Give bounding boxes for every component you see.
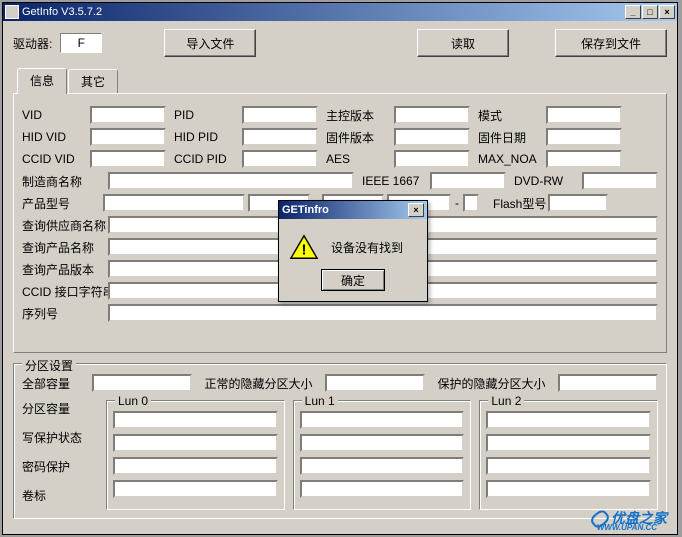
prod-input1[interactable] — [103, 194, 245, 212]
partition-title: 分区设置 — [22, 357, 76, 374]
volume-label: 卷标 — [22, 487, 92, 505]
lun1-vol[interactable] — [300, 480, 465, 498]
dialog-title: GETinfro — [282, 204, 408, 216]
lun0-pwd[interactable] — [113, 457, 278, 475]
dvdrw-input[interactable] — [582, 172, 658, 190]
lun2-cap[interactable] — [486, 411, 651, 429]
ctrlver-label: 主控版本 — [326, 107, 386, 124]
import-button[interactable]: 导入文件 — [164, 29, 256, 57]
dash: - — [454, 196, 460, 210]
lun0-title: Lun 0 — [115, 394, 151, 408]
lun2-title: Lun 2 — [488, 394, 524, 408]
flash-input[interactable] — [548, 194, 608, 212]
read-button[interactable]: 读取 — [417, 29, 509, 57]
wpstate-label: 写保护状态 — [22, 429, 92, 447]
prothid-label: 保护的隐藏分区大小 — [435, 375, 548, 392]
flash-label: Flash型号 — [493, 195, 545, 212]
mfr-label: 制造商名称 — [22, 173, 100, 190]
vid-input[interactable] — [90, 106, 166, 124]
partition-group: 分区设置 全部容量 正常的隐藏分区大小 保护的隐藏分区大小 分区容量 写保护状态… — [13, 363, 667, 519]
dialog-titlebar[interactable]: GETinfro × — [279, 201, 427, 219]
normalhid-input[interactable] — [325, 374, 425, 392]
serial-input[interactable] — [108, 304, 658, 322]
lun2-group: Lun 2 — [479, 400, 658, 510]
fwver-input[interactable] — [394, 128, 470, 146]
ccidvid-input[interactable] — [90, 150, 166, 168]
hidvid-input[interactable] — [90, 128, 166, 146]
mode-input[interactable] — [546, 106, 622, 124]
titlebar[interactable]: GetInfo V3.5.7.2 _ □ × — [3, 3, 677, 21]
lun1-group: Lun 1 — [293, 400, 472, 510]
drive-label: 驱动器: — [13, 35, 52, 52]
minimize-button[interactable]: _ — [625, 5, 641, 19]
ctrlver-input[interactable] — [394, 106, 470, 124]
lun2-vol[interactable] — [486, 480, 651, 498]
save-button[interactable]: 保存到文件 — [555, 29, 667, 57]
dvdrw-label: DVD-RW — [514, 174, 574, 188]
drive-input[interactable] — [60, 33, 102, 53]
qproduct-label: 查询产品名称 — [22, 239, 100, 256]
hidpid-input[interactable] — [242, 128, 318, 146]
watermark: 优盘之家 WWW.UPAN.CC — [591, 508, 667, 528]
maximize-button[interactable]: □ — [642, 5, 658, 19]
fwver-label: 固件版本 — [326, 129, 386, 146]
qvendor-label: 查询供应商名称 — [22, 217, 100, 234]
prod-input5[interactable] — [463, 194, 479, 212]
qversion-label: 查询产品版本 — [22, 261, 100, 278]
lun1-cap[interactable] — [300, 411, 465, 429]
dialog-ok-button[interactable]: 确定 — [321, 269, 385, 291]
partcap-label: 分区容量 — [22, 400, 92, 418]
serial-label: 序列号 — [22, 305, 100, 322]
tab-info[interactable]: 信息 — [17, 68, 67, 94]
ccidstr-label: CCID 接口字符串 — [22, 283, 100, 300]
dialog-message: 设备没有找到 — [331, 239, 403, 256]
aes-label: AES — [326, 152, 386, 166]
svg-text:!: ! — [302, 242, 307, 259]
totalcap-label: 全部容量 — [22, 375, 82, 392]
lun0-vol[interactable] — [113, 480, 278, 498]
prod-label: 产品型号 — [22, 195, 100, 212]
lun0-cap[interactable] — [113, 411, 278, 429]
ieee-label: IEEE 1667 — [362, 174, 422, 188]
pid-input[interactable] — [242, 106, 318, 124]
prothid-input[interactable] — [558, 374, 658, 392]
maxnoa-input[interactable] — [546, 150, 622, 168]
ieee-input[interactable] — [430, 172, 506, 190]
pid-label: PID — [174, 108, 234, 122]
lun1-pwd[interactable] — [300, 457, 465, 475]
window-title: GetInfo V3.5.7.2 — [22, 6, 625, 18]
ccidpid-label: CCID PID — [174, 152, 234, 166]
normalhid-label: 正常的隐藏分区大小 — [202, 375, 315, 392]
vid-label: VID — [22, 108, 82, 122]
app-icon — [5, 5, 19, 19]
lun2-pwd[interactable] — [486, 457, 651, 475]
watermark-url: WWW.UPAN.CC — [597, 523, 657, 532]
hidpid-label: HID PID — [174, 130, 234, 144]
fwdate-label: 固件日期 — [478, 129, 538, 146]
mode-label: 模式 — [478, 107, 538, 124]
maxnoa-label: MAX_NOA — [478, 152, 538, 166]
alert-dialog: GETinfro × ! 设备没有找到 确定 — [278, 200, 428, 302]
pwd-label: 密码保护 — [22, 458, 92, 476]
mfr-input[interactable] — [108, 172, 354, 190]
warning-icon: ! — [289, 233, 319, 261]
lun0-wp[interactable] — [113, 434, 278, 452]
ccidvid-label: CCID VID — [22, 152, 82, 166]
aes-input[interactable] — [394, 150, 470, 168]
lun2-wp[interactable] — [486, 434, 651, 452]
hidvid-label: HID VID — [22, 130, 82, 144]
tab-other[interactable]: 其它 — [68, 69, 118, 93]
dialog-close-button[interactable]: × — [408, 203, 424, 217]
lun1-wp[interactable] — [300, 434, 465, 452]
fwdate-input[interactable] — [546, 128, 622, 146]
close-button[interactable]: × — [659, 5, 675, 19]
ccidpid-input[interactable] — [242, 150, 318, 168]
lun0-group: Lun 0 — [106, 400, 285, 510]
totalcap-input[interactable] — [92, 374, 192, 392]
lun1-title: Lun 1 — [302, 394, 338, 408]
